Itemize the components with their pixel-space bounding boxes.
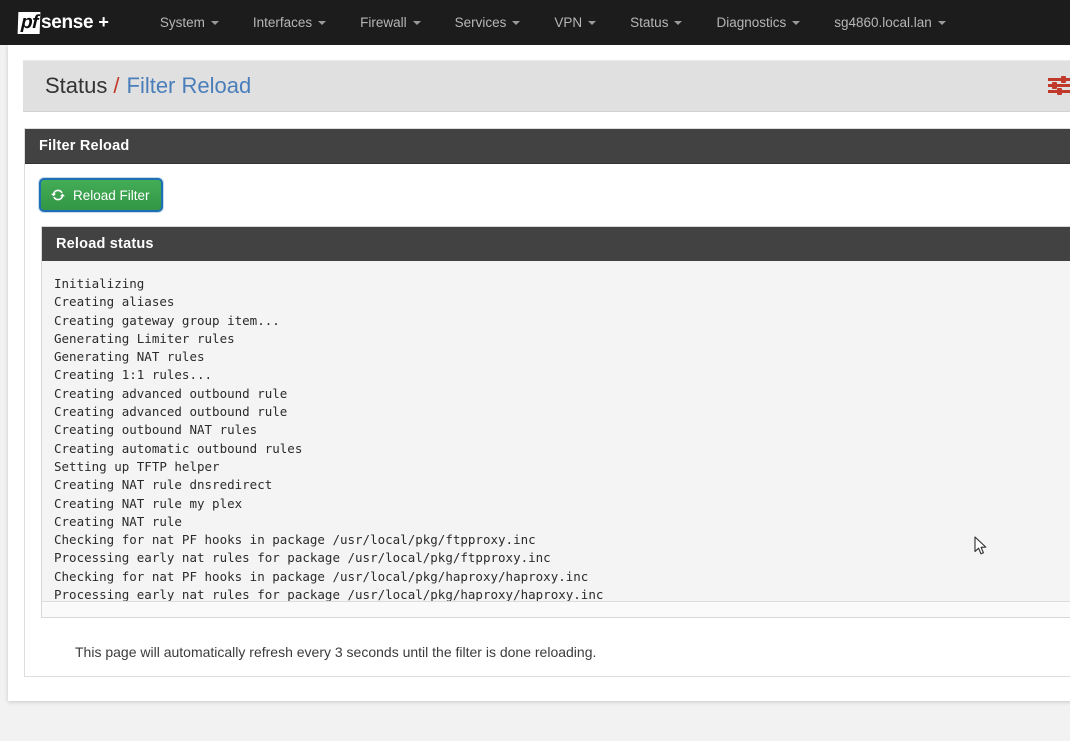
- log-line: Creating 1:1 rules...: [54, 367, 213, 383]
- nav-item-label: VPN: [554, 15, 583, 30]
- nav-item-label: sg4860.local.lan: [834, 15, 932, 30]
- auto-refresh-note: This page will automatically refresh eve…: [75, 644, 597, 660]
- chevron-down-icon: [588, 20, 597, 25]
- nav-item-label: Diagnostics: [716, 15, 787, 30]
- log-line: Creating automatic outbound rules: [54, 440, 303, 456]
- chevron-down-icon: [792, 20, 801, 25]
- log-line: Generating NAT rules: [54, 349, 205, 365]
- chevron-down-icon: [210, 20, 219, 25]
- nav-item-label: Interfaces: [252, 15, 313, 30]
- log-line: Initializing: [54, 276, 145, 291]
- refresh-icon: [51, 189, 65, 201]
- nav-item-services[interactable]: Services: [438, 0, 538, 45]
- panel-title: Filter Reload: [25, 129, 1070, 164]
- nav-item-vpn[interactable]: VPN: [537, 0, 613, 45]
- breadcrumb: Status / Filter Reload: [23, 60, 1070, 112]
- log-line: Creating advanced outbound rule: [54, 385, 288, 401]
- reload-status-title: Reload status: [42, 227, 1070, 261]
- nav-menu: System Interfaces Firewall Services VPN …: [143, 0, 963, 45]
- chevron-down-icon: [937, 20, 946, 25]
- log-line: Checking for nat PF hooks in package /us…: [54, 568, 589, 584]
- reload-status-panel: Reload status Initializing Creating alia…: [41, 226, 1070, 618]
- reload-filter-label: Reload Filter: [73, 187, 150, 203]
- logo-sense-text: sense: [40, 11, 94, 33]
- chevron-down-icon: [318, 20, 327, 25]
- panel-body: Reload Filter Reload status Initializing…: [25, 164, 1070, 676]
- filter-reload-panel: Filter Reload Reload Filter Reload statu…: [24, 128, 1070, 677]
- log-line: Creating NAT rule dnsredirect: [54, 477, 273, 493]
- top-navbar: pf sense + System Interfaces Firewall Serv…: [0, 0, 1070, 45]
- log-line: Creating advanced outbound rule: [54, 404, 288, 420]
- reload-status-footer: [42, 601, 1070, 617]
- log-line: Setting up TFTP helper: [54, 458, 220, 474]
- pfsense-logo[interactable]: pf sense +: [17, 11, 109, 34]
- log-line: Creating aliases: [54, 294, 175, 310]
- nav-item-label: Status: [630, 15, 669, 30]
- reload-status-log[interactable]: Initializing Creating aliases Creating g…: [42, 261, 1070, 601]
- nav-item-hostname[interactable]: sg4860.local.lan: [817, 0, 963, 45]
- nav-item-label: System: [159, 15, 205, 30]
- chevron-down-icon: [512, 20, 521, 25]
- log-line: Creating NAT rule my plex: [54, 495, 243, 511]
- chevron-down-icon: [412, 20, 421, 25]
- logo-plus-mark: +: [98, 12, 109, 32]
- log-line: Checking for nat PF hooks in package /us…: [54, 532, 536, 548]
- breadcrumb-root: Status: [45, 73, 108, 98]
- reload-filter-button[interactable]: Reload Filter: [39, 178, 163, 212]
- nav-item-system[interactable]: System: [143, 0, 236, 45]
- nav-item-status[interactable]: Status: [613, 0, 699, 45]
- nav-item-diagnostics[interactable]: Diagnostics: [699, 0, 817, 45]
- log-line: Processing early nat rules for package /…: [54, 587, 604, 601]
- log-line: Creating gateway group item...: [54, 312, 280, 328]
- breadcrumb-current[interactable]: Filter Reload: [127, 73, 252, 99]
- nav-item-interfaces[interactable]: Interfaces: [236, 0, 343, 45]
- chevron-down-icon: [674, 20, 683, 25]
- nav-item-label: Services: [454, 15, 507, 30]
- breadcrumb-separator: /: [113, 73, 120, 98]
- log-line: Creating outbound NAT rules: [54, 422, 258, 438]
- logo-pf-mark: pf: [17, 11, 41, 34]
- log-line: Processing early nat rules for package /…: [54, 550, 551, 566]
- nav-item-firewall[interactable]: Firewall: [343, 0, 438, 45]
- log-line: Creating NAT rule: [54, 513, 182, 529]
- sliders-icon[interactable]: [1048, 76, 1070, 96]
- page-content-sheet: Status / Filter Reload Filter Reload Rel…: [8, 45, 1070, 701]
- log-line: Generating Limiter rules: [54, 330, 235, 346]
- nav-item-label: Firewall: [360, 15, 407, 30]
